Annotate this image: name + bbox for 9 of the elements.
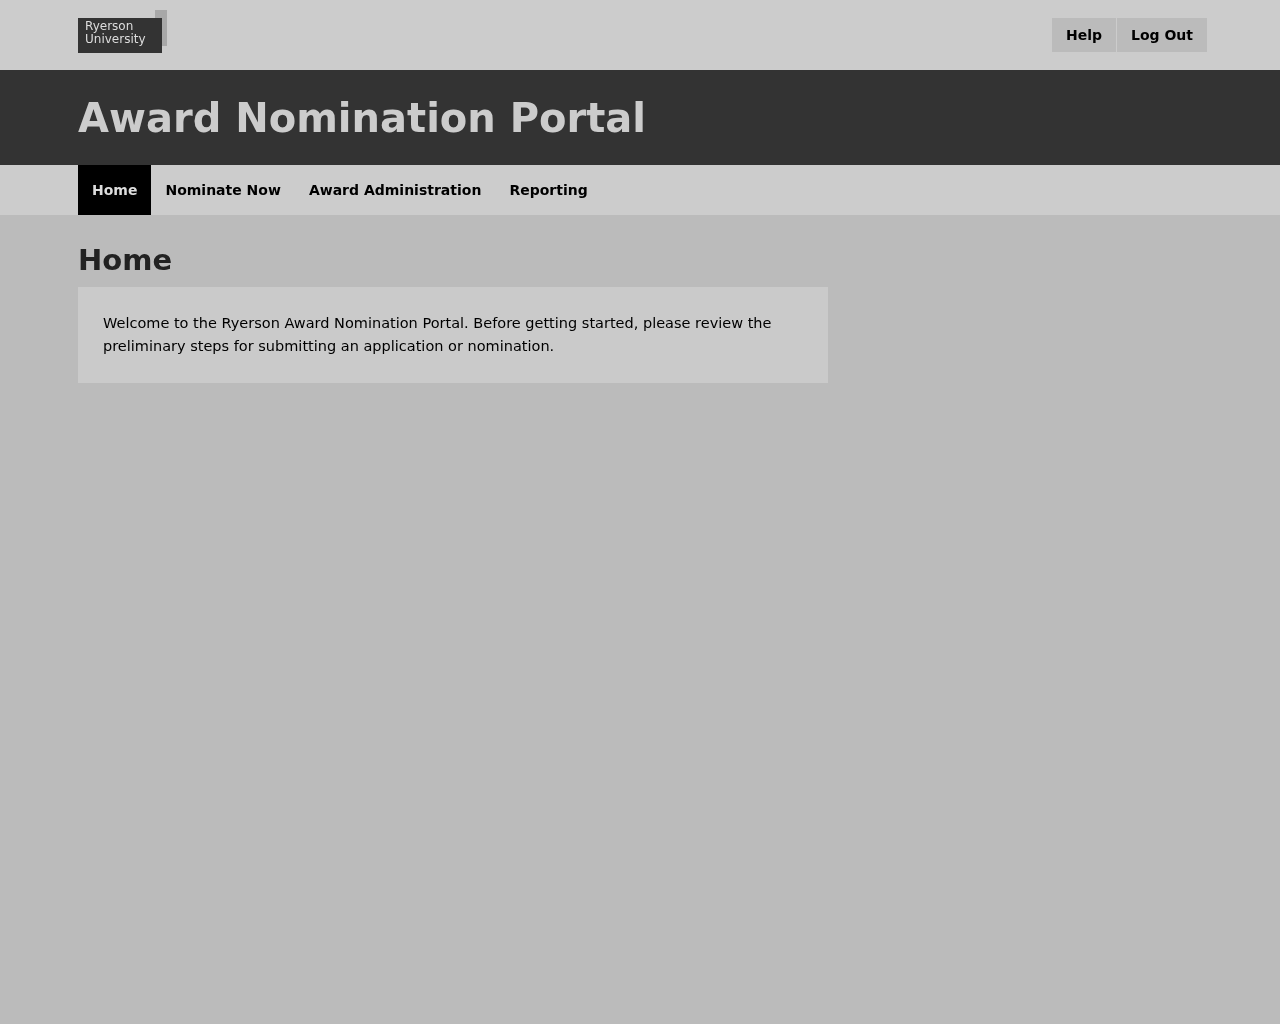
nav-tab[interactable]: Award Administration bbox=[294, 165, 496, 215]
nav-tab[interactable]: Reporting bbox=[495, 165, 602, 215]
header-button[interactable]: Log Out bbox=[1117, 18, 1207, 52]
nav-tab[interactable]: Home bbox=[78, 165, 152, 215]
header-button[interactable]: Help bbox=[1051, 18, 1116, 52]
page-heading: Home bbox=[78, 243, 174, 277]
nav-tab[interactable]: Nominate Now bbox=[151, 165, 295, 215]
welcome-text: Welcome to the Ryerson Award Nomination Portal. Before getting started, please review the preliminary steps for submitting an application or nomination. bbox=[103, 314, 773, 356]
portal-title: Award Nomination Portal bbox=[78, 94, 648, 141]
